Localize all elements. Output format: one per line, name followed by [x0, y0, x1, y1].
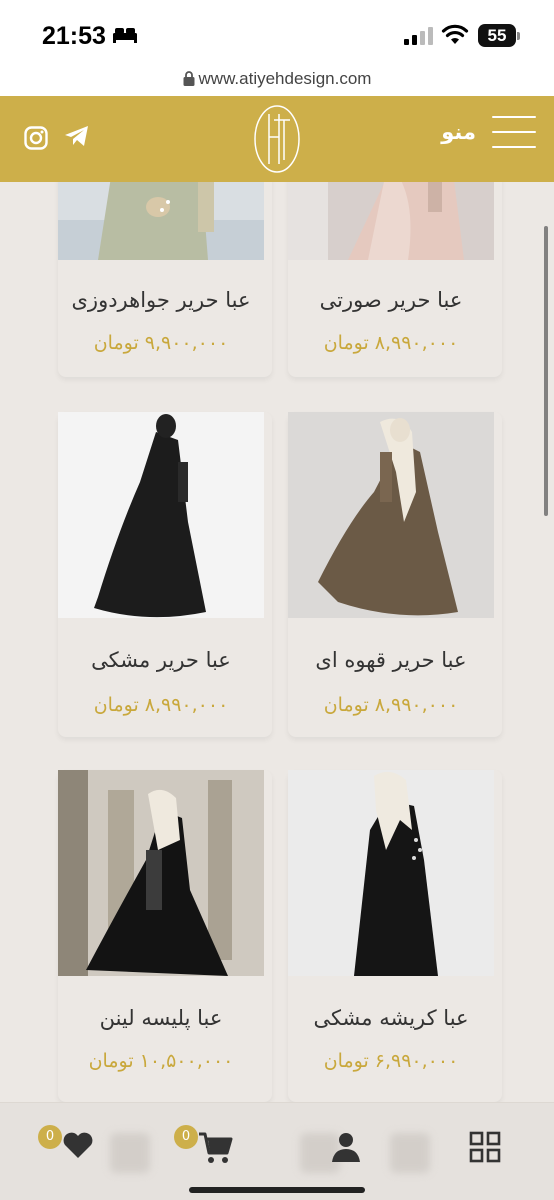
cart-count-badge: 0	[174, 1125, 198, 1149]
logo[interactable]	[252, 102, 302, 176]
product-image[interactable]	[288, 770, 494, 976]
wifi-icon	[441, 24, 469, 44]
lock-icon	[183, 71, 195, 86]
product-grid: عبا حریر صورتی ۸,۹۹۰,۰۰۰ تومان عبا حریر …	[0, 182, 554, 1102]
product-image[interactable]	[288, 182, 494, 260]
categories-button[interactable]	[469, 1131, 501, 1167]
product-name[interactable]: عبا حریر صورتی	[288, 288, 494, 312]
product-price: ۹,۹۰۰,۰۰۰ تومان	[93, 332, 229, 354]
product-price: ۸,۹۹۰,۰۰۰ تومان	[93, 694, 229, 716]
status-time: 21:53	[42, 22, 106, 50]
product-image[interactable]	[58, 182, 264, 260]
status-bar: 21:53 55	[0, 0, 554, 66]
product-card[interactable]: عبا حریر قهوه ای ۸,۹۹۰,۰۰۰ تومان	[288, 412, 502, 737]
url-text: www.atiyehdesign.com	[198, 69, 372, 88]
instagram-icon[interactable]	[24, 126, 48, 150]
product-price: ۶,۹۹۰,۰۰۰ تومان	[323, 1050, 459, 1072]
product-name[interactable]: عبا کریشه مشکی	[288, 1006, 494, 1030]
wishlist-count-badge: 0	[38, 1125, 62, 1149]
scrollbar[interactable]	[544, 226, 548, 516]
product-price: ۱۰,۵۰۰,۰۰۰ تومان	[88, 1050, 234, 1072]
cart-button[interactable]	[198, 1131, 234, 1169]
heart-icon	[63, 1132, 93, 1158]
battery-icon: 55	[478, 24, 520, 47]
product-image[interactable]	[58, 770, 264, 976]
product-name[interactable]: عبا پلیسه لینن	[58, 1006, 264, 1030]
product-name[interactable]: عبا حریر قهوه ای	[288, 648, 494, 672]
product-name[interactable]: عبا حریر جواهردوزی	[58, 288, 264, 312]
grid-icon	[469, 1131, 501, 1163]
product-card[interactable]: عبا پلیسه لینن ۱۰,۵۰۰,۰۰۰ تومان	[58, 770, 272, 1102]
product-price: ۸,۹۹۰,۰۰۰ تومان	[323, 694, 459, 716]
site-header: منو	[0, 96, 554, 182]
telegram-icon[interactable]	[64, 125, 90, 147]
url-bar[interactable]: www.atiyehdesign.com	[0, 66, 554, 96]
product-card[interactable]: عبا حریر مشکی ۸,۹۹۰,۰۰۰ تومان	[58, 412, 272, 737]
wishlist-button[interactable]	[62, 1131, 94, 1163]
user-icon	[332, 1133, 360, 1162]
menu-label[interactable]: منو	[441, 120, 476, 144]
cart-icon	[199, 1132, 233, 1163]
product-card[interactable]: عبا حریر جواهردوزی ۹,۹۰۰,۰۰۰ تومان	[58, 182, 272, 377]
product-card[interactable]: عبا کریشه مشکی ۶,۹۹۰,۰۰۰ تومان	[288, 770, 502, 1102]
hamburger-icon[interactable]	[492, 116, 536, 150]
product-image[interactable]	[288, 412, 494, 618]
signal-icon	[404, 27, 433, 45]
product-image[interactable]	[58, 412, 264, 618]
home-indicator[interactable]	[189, 1187, 365, 1193]
bottom-nav: 0 0	[0, 1102, 554, 1200]
product-name[interactable]: عبا حریر مشکی	[58, 648, 264, 672]
product-price: ۸,۹۹۰,۰۰۰ تومان	[323, 332, 459, 354]
product-card[interactable]: عبا حریر صورتی ۸,۹۹۰,۰۰۰ تومان	[288, 182, 502, 377]
bed-icon	[113, 28, 137, 43]
account-button[interactable]	[330, 1131, 362, 1167]
